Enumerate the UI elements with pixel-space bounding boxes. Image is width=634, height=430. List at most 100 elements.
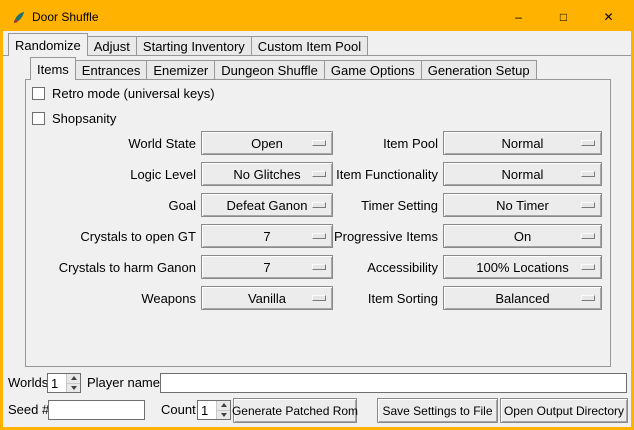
down-arrow-icon [221, 413, 227, 417]
count-spin-up-button[interactable] [217, 401, 230, 411]
logic-level-dropdown[interactable]: No Glitches [201, 162, 333, 186]
tab-items[interactable]: Items [30, 57, 76, 80]
dropdown-indicator-icon [312, 140, 326, 146]
crystals-harm-ganon-dropdown[interactable]: 7 [201, 255, 333, 279]
dropdown-indicator-icon [581, 202, 595, 208]
dropdown-indicator-icon [312, 295, 326, 301]
logic-level-label: Logic Level [28, 162, 196, 186]
dropdown-value: 7 [263, 229, 270, 244]
tab-starting-inventory[interactable]: Starting Inventory [136, 36, 252, 56]
tab-entrances[interactable]: Entrances [75, 60, 148, 80]
shopsanity-row[interactable]: Shopsanity [32, 109, 116, 127]
item-pool-dropdown[interactable]: Normal [443, 131, 602, 155]
app-icon[interactable] [10, 9, 26, 25]
tab-randomize[interactable]: Randomize [8, 33, 88, 56]
save-settings-button[interactable]: Save Settings to File [377, 398, 498, 423]
item-functionality-label: Item Functionality [338, 162, 438, 186]
dropdown-value: Open [251, 136, 283, 151]
dropdown-value: 7 [263, 260, 270, 275]
goal-label: Goal [28, 193, 196, 217]
timer-setting-label: Timer Setting [338, 193, 438, 217]
up-arrow-icon [71, 376, 77, 380]
item-functionality-dropdown[interactable]: Normal [443, 162, 602, 186]
options-grid: World State Open Item Pool Normal Logic … [28, 131, 602, 310]
world-state-dropdown[interactable]: Open [201, 131, 333, 155]
maximize-icon: □ [560, 10, 567, 24]
count-input[interactable] [198, 401, 216, 419]
count-spinbox [197, 400, 231, 420]
generate-patched-rom-button[interactable]: Generate Patched Rom [233, 398, 357, 423]
retro-mode-row[interactable]: Retro mode (universal keys) [32, 84, 215, 102]
dropdown-indicator-icon [581, 171, 595, 177]
minimize-button[interactable]: – [496, 3, 541, 31]
worlds-spin-up-button[interactable] [67, 374, 80, 384]
crystals-open-gt-dropdown[interactable]: 7 [201, 224, 333, 248]
tab-dungeon-shuffle[interactable]: Dungeon Shuffle [214, 60, 325, 80]
item-sorting-dropdown[interactable]: Balanced [443, 286, 602, 310]
count-label: Count [161, 399, 196, 421]
down-arrow-icon [71, 386, 77, 390]
item-sorting-label: Item Sorting [338, 286, 438, 310]
worlds-input[interactable] [48, 374, 66, 392]
worlds-spin-arrows [66, 374, 80, 392]
weapons-label: Weapons [28, 286, 196, 310]
dropdown-value: No Glitches [233, 167, 300, 182]
dropdown-indicator-icon [312, 264, 326, 270]
client-area: Randomize Adjust Starting Inventory Cust… [3, 31, 631, 427]
close-icon: ✕ [603, 10, 613, 24]
accessibility-dropdown[interactable]: 100% Locations [443, 255, 602, 279]
dropdown-value: Normal [502, 136, 544, 151]
worlds-spinbox [47, 373, 81, 393]
weapons-dropdown[interactable]: Vanilla [201, 286, 333, 310]
retro-mode-label: Retro mode (universal keys) [52, 86, 215, 101]
seed-label: Seed # [8, 399, 49, 421]
tab-game-options[interactable]: Game Options [324, 60, 422, 80]
dropdown-indicator-icon [581, 264, 595, 270]
shopsanity-label: Shopsanity [52, 111, 116, 126]
up-arrow-icon [221, 403, 227, 407]
accessibility-label: Accessibility [338, 255, 438, 279]
player-names-label: Player names [87, 372, 166, 394]
dropdown-indicator-icon [312, 202, 326, 208]
dropdown-value: Defeat Ganon [227, 198, 308, 213]
titlebar: Door Shuffle – □ ✕ [3, 3, 631, 31]
progressive-items-dropdown[interactable]: On [443, 224, 602, 248]
seed-input[interactable] [48, 400, 145, 420]
dropdown-indicator-icon [581, 140, 595, 146]
window-controls: – □ ✕ [496, 3, 631, 31]
timer-setting-dropdown[interactable]: No Timer [443, 193, 602, 217]
outer-tab-bar: Randomize Adjust Starting Inventory Cust… [8, 33, 368, 56]
window: Door Shuffle – □ ✕ Randomize Adjust Star… [0, 0, 634, 430]
dropdown-indicator-icon [312, 171, 326, 177]
count-spin-arrows [216, 401, 230, 419]
dropdown-indicator-icon [581, 233, 595, 239]
dropdown-value: Normal [502, 167, 544, 182]
progressive-items-label: Progressive Items [338, 224, 438, 248]
dropdown-value: Vanilla [248, 291, 286, 306]
dropdown-value: On [514, 229, 531, 244]
tab-custom-item-pool[interactable]: Custom Item Pool [251, 36, 368, 56]
count-spin-down-button[interactable] [217, 411, 230, 420]
dropdown-value: 100% Locations [476, 260, 569, 275]
dropdown-value: No Timer [496, 198, 549, 213]
player-names-input[interactable] [160, 373, 627, 393]
tab-enemizer[interactable]: Enemizer [146, 60, 215, 80]
dropdown-indicator-icon [581, 295, 595, 301]
dropdown-indicator-icon [312, 233, 326, 239]
items-panel: Retro mode (universal keys) Shopsanity W… [25, 79, 611, 367]
minimize-icon: – [515, 10, 522, 24]
tab-generation-setup[interactable]: Generation Setup [421, 60, 537, 80]
tab-adjust[interactable]: Adjust [87, 36, 137, 56]
dropdown-value: Balanced [495, 291, 549, 306]
crystals-open-gt-label: Crystals to open GT [28, 224, 196, 248]
shopsanity-checkbox[interactable] [32, 112, 45, 125]
goal-dropdown[interactable]: Defeat Ganon [201, 193, 333, 217]
crystals-harm-ganon-label: Crystals to harm Ganon [28, 255, 196, 279]
worlds-label: Worlds [8, 372, 48, 394]
world-state-label: World State [28, 131, 196, 155]
retro-mode-checkbox[interactable] [32, 87, 45, 100]
open-output-directory-button[interactable]: Open Output Directory [500, 398, 628, 423]
close-button[interactable]: ✕ [586, 3, 631, 31]
worlds-spin-down-button[interactable] [67, 384, 80, 393]
maximize-button[interactable]: □ [541, 3, 586, 31]
